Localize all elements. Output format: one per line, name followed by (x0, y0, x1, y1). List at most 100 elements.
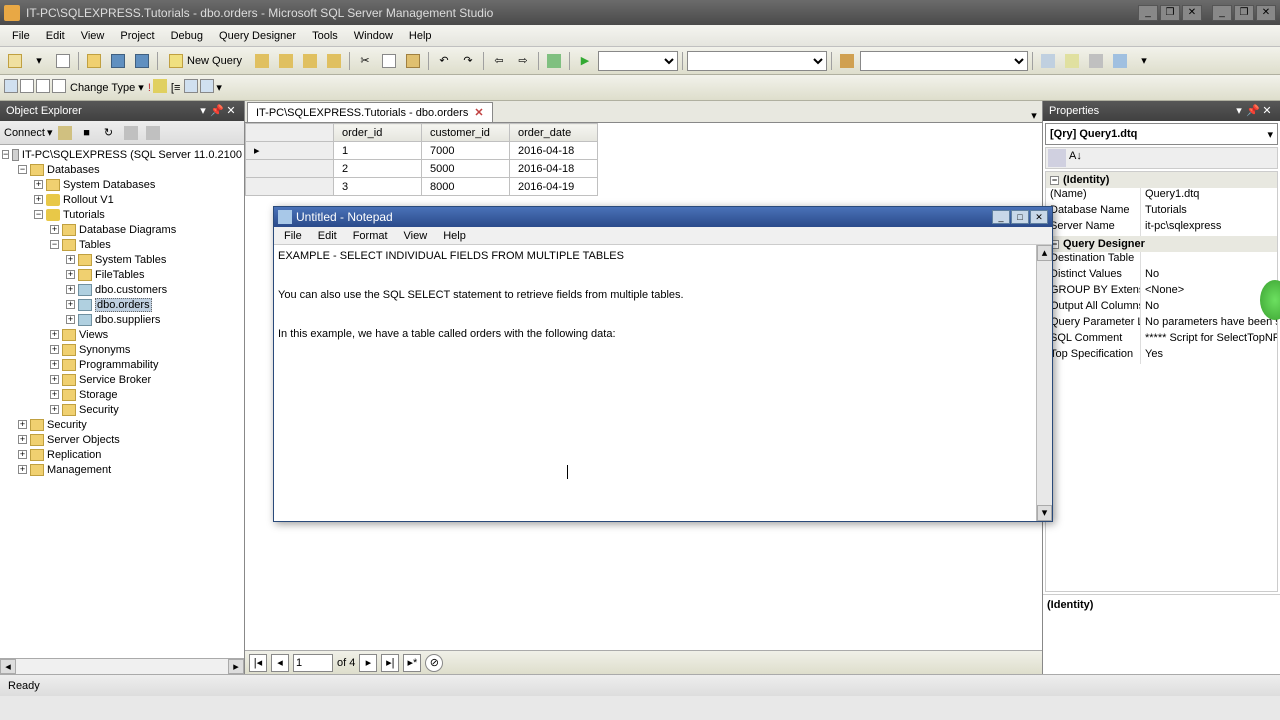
diagram-pane-icon[interactable] (4, 79, 18, 96)
tree-server[interactable]: IT-PC\SQLEXPRESS (SQL Server 11.0.2100 (22, 149, 242, 161)
db-engine-query-icon[interactable] (251, 50, 273, 72)
tree-rollout[interactable]: Rollout V1 (63, 194, 114, 206)
menu-file[interactable]: File (4, 28, 38, 44)
expander-icon[interactable]: − (2, 150, 9, 159)
undo-icon[interactable]: ↶ (433, 50, 455, 72)
menu-help[interactable]: Help (401, 28, 440, 44)
nav-fwd-icon[interactable]: ⇨ (512, 50, 534, 72)
prop-alphabetical-icon[interactable]: A↓ (1068, 149, 1086, 167)
tree-system-databases[interactable]: System Databases (63, 179, 155, 191)
scroll-track[interactable] (16, 659, 228, 674)
nav-first-icon[interactable]: |◂ (249, 654, 267, 672)
oe-disconnect-icon[interactable] (55, 123, 75, 143)
new-project-icon[interactable] (4, 50, 26, 72)
nav-next-icon[interactable]: ▸ (359, 654, 377, 672)
expander-icon[interactable]: + (34, 195, 43, 204)
options-icon[interactable] (1085, 50, 1107, 72)
nav-back-icon[interactable]: ⇦ (488, 50, 510, 72)
row-selector[interactable] (246, 160, 334, 178)
menu-edit[interactable]: Edit (38, 28, 73, 44)
expander-icon[interactable]: + (34, 180, 43, 189)
change-type-button[interactable]: Change Type ▾ (70, 81, 144, 94)
cell[interactable]: 5000 (422, 160, 510, 178)
prop-value[interactable]: Yes (1141, 348, 1277, 364)
save-all-icon[interactable] (131, 50, 153, 72)
expander-icon[interactable]: + (50, 330, 59, 339)
open-icon[interactable] (83, 50, 105, 72)
expander-icon[interactable]: − (18, 165, 27, 174)
tree-programmability[interactable]: Programmability (79, 359, 158, 371)
sql-pane-icon[interactable] (36, 79, 50, 96)
expander-icon[interactable]: + (66, 270, 75, 279)
cell[interactable]: 1 (334, 142, 422, 160)
group-by-icon[interactable]: [≡ (171, 82, 180, 94)
cell[interactable]: 2 (334, 160, 422, 178)
menu-window[interactable]: Window (346, 28, 401, 44)
notepad-menu-edit[interactable]: Edit (310, 229, 345, 243)
scroll-left-icon[interactable]: ◂ (0, 659, 16, 674)
prop-pages-icon[interactable] (1088, 149, 1106, 167)
execute-sql-icon[interactable]: ! (148, 82, 151, 94)
cut-icon[interactable]: ✂ (354, 50, 376, 72)
prop-value[interactable]: No (1141, 300, 1277, 316)
find-combo[interactable] (687, 51, 827, 71)
notepad-menu-view[interactable]: View (396, 229, 436, 243)
mdx-query-icon[interactable] (299, 50, 321, 72)
expander-icon[interactable]: + (66, 300, 75, 309)
toolbox-icon[interactable] (1109, 50, 1131, 72)
cell[interactable]: 2016-04-18 (510, 160, 598, 178)
prop-value[interactable]: Query1.dtq (1141, 188, 1277, 204)
notepad-menu-help[interactable]: Help (435, 229, 474, 243)
maximize-outer-button[interactable]: ❐ (1234, 5, 1254, 21)
properties-icon[interactable] (1061, 50, 1083, 72)
nav-current-input[interactable] (293, 654, 333, 672)
redo-icon[interactable]: ↷ (457, 50, 479, 72)
expander-icon[interactable]: + (66, 255, 75, 264)
oe-stop-icon[interactable]: ■ (77, 123, 97, 143)
prop-dropdown-icon[interactable]: ▾ (1232, 104, 1246, 118)
minimize-outer-button[interactable]: _ (1212, 5, 1232, 21)
cell[interactable]: 8000 (422, 178, 510, 196)
new-file-icon[interactable] (52, 50, 74, 72)
nav-prev-icon[interactable]: ◂ (271, 654, 289, 672)
menu-tools[interactable]: Tools (304, 28, 346, 44)
tree-security-db[interactable]: Security (79, 404, 119, 416)
prop-value[interactable]: ***** Script for SelectTopNR (1141, 332, 1277, 348)
prop-value[interactable]: No (1141, 268, 1277, 284)
minimize-button[interactable]: _ (1138, 5, 1158, 21)
notepad-textarea[interactable]: EXAMPLE - SELECT INDIVIDUAL FIELDS FROM … (274, 245, 1036, 521)
analysis-query-icon[interactable] (275, 50, 297, 72)
tree-views[interactable]: Views (79, 329, 108, 341)
cell[interactable]: 3 (334, 178, 422, 196)
template-icon[interactable] (1037, 50, 1059, 72)
close-outer-button[interactable]: ✕ (1256, 5, 1276, 21)
prop-value[interactable]: Tutorials (1141, 204, 1277, 220)
tab-close-icon[interactable]: ✕ (474, 106, 483, 119)
menu-view[interactable]: View (73, 28, 113, 44)
copy-icon[interactable] (378, 50, 400, 72)
prop-category-designer[interactable]: −Query Designer (1046, 236, 1277, 252)
nav-last-icon[interactable]: ▸| (381, 654, 399, 672)
prop-categorized-icon[interactable] (1048, 149, 1066, 167)
expander-icon[interactable]: + (18, 450, 27, 459)
expander-icon[interactable]: + (50, 390, 59, 399)
menu-debug[interactable]: Debug (163, 28, 211, 44)
scroll-down-icon[interactable]: ▾ (1037, 505, 1052, 521)
menu-project[interactable]: Project (112, 28, 162, 44)
notepad-close-button[interactable]: ✕ (1030, 210, 1048, 224)
notepad-window[interactable]: Untitled - Notepad _ □ ✕ File Edit Forma… (273, 206, 1053, 522)
save-icon[interactable] (107, 50, 129, 72)
tree-tutorials[interactable]: Tutorials (63, 209, 105, 221)
connect-dropdown-icon[interactable]: ▾ (47, 126, 53, 139)
notepad-minimize-button[interactable]: _ (992, 210, 1010, 224)
tree-storage[interactable]: Storage (79, 389, 118, 401)
expander-icon[interactable]: + (50, 405, 59, 414)
tree-management[interactable]: Management (47, 464, 111, 476)
results-pane-icon[interactable] (52, 79, 66, 96)
oe-dropdown-icon[interactable]: ▾ (196, 104, 210, 118)
prop-pin-icon[interactable]: 📌 (1246, 104, 1260, 118)
cell[interactable]: 7000 (422, 142, 510, 160)
tree-orders[interactable]: dbo.orders (95, 298, 152, 312)
xmla-query-icon[interactable] (323, 50, 345, 72)
more-icon[interactable]: ▾ (1133, 50, 1155, 72)
